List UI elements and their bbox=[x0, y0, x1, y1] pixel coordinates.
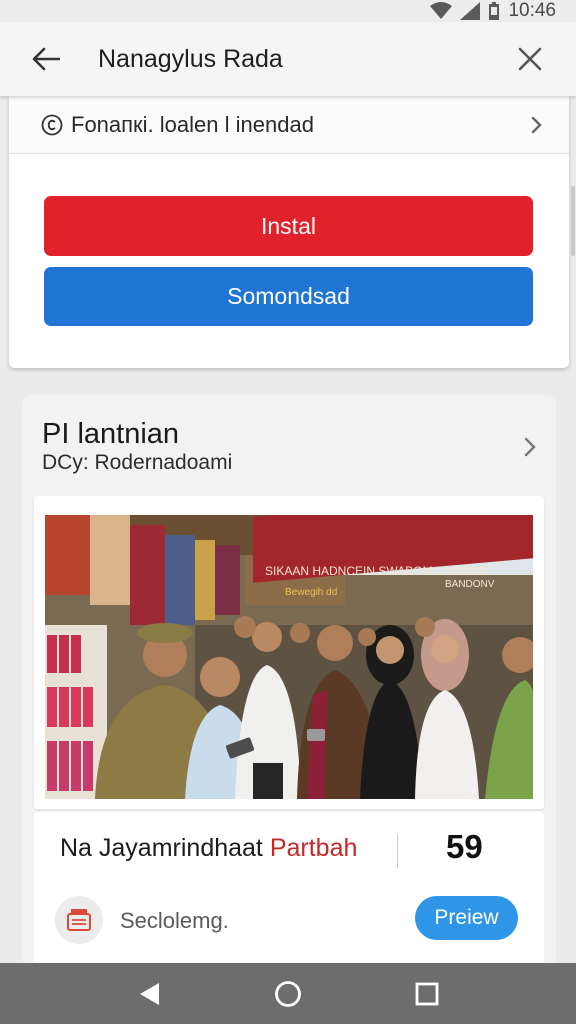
banner-text: SIKAAN HADNCEIN SWABOM LABDBDE bbox=[265, 564, 492, 578]
content-card: PI lantnian DCy: Rodernadoami SIKAAN HAD… bbox=[22, 395, 556, 967]
status-bar: 10:46 bbox=[0, 0, 576, 22]
market-photo[interactable]: SIKAAN HADNCEIN SWABOM LABDBDE Bewegih d… bbox=[45, 515, 533, 799]
status-time: 10:46 bbox=[508, 0, 556, 21]
install-button[interactable]: Instal bbox=[44, 196, 533, 256]
secondary-button[interactable]: Somondsad bbox=[44, 267, 533, 326]
card-header[interactable]: PI lantnian DCy: Rodernadoami bbox=[42, 417, 542, 487]
info-row-label: Fonaпкi. loalen l inendad bbox=[71, 111, 314, 137]
market-photo-illustration: SIKAAN HADNCEIN SWABOM LABDBDE Bewegih d… bbox=[45, 515, 533, 799]
scrollbar[interactable] bbox=[571, 186, 575, 256]
app-bar: Nanagylus Rada bbox=[0, 22, 576, 96]
system-nav-bar bbox=[0, 963, 576, 1024]
card-subtitle: DCy: Rodernadoami bbox=[42, 451, 233, 474]
listing-caption: Seclolemg. bbox=[120, 908, 229, 933]
photo-frame: SIKAAN HADNCEIN SWABOM LABDBDE Bewegih d… bbox=[34, 496, 544, 809]
listing-title-accent: Partbah bbox=[269, 834, 358, 862]
page-title: Nanagylus Rada bbox=[98, 44, 283, 73]
shop-icon bbox=[67, 909, 91, 931]
preview-button[interactable]: Preiew bbox=[415, 896, 518, 940]
back-arrow-icon bbox=[32, 47, 60, 71]
wifi-icon bbox=[430, 2, 453, 19]
back-button[interactable] bbox=[0, 22, 92, 96]
divider bbox=[397, 834, 398, 868]
banner-subtext-2: BANDONV bbox=[445, 579, 495, 590]
info-row[interactable]: Fonaпкi. loalen l inendad bbox=[9, 96, 569, 154]
battery-icon bbox=[489, 2, 500, 20]
card-title: PI lantnian bbox=[42, 418, 180, 450]
shop-icon-badge bbox=[55, 896, 103, 944]
nav-back-icon[interactable] bbox=[137, 981, 161, 1007]
banner-subtext: Bewegih dd bbox=[285, 587, 337, 598]
listing-count: 59 bbox=[446, 828, 483, 865]
close-button[interactable] bbox=[484, 22, 576, 96]
install-sheet: Fonaпкi. loalen l inendad Instal Somonds… bbox=[9, 96, 569, 368]
chevron-right-icon bbox=[531, 116, 542, 133]
info-icon bbox=[41, 114, 63, 135]
card-chevron-icon bbox=[524, 437, 536, 457]
signal-icon bbox=[460, 2, 481, 20]
close-icon bbox=[518, 47, 542, 71]
listing-footer: Na Jayamrindhaat Partbah 59 Seclolemg. P… bbox=[34, 812, 544, 964]
nav-home-icon[interactable] bbox=[274, 980, 302, 1008]
listing-title-text: Na Jayamrindhaat bbox=[60, 834, 270, 862]
listing-title: Na Jayamrindhaat Partbah bbox=[60, 834, 357, 863]
nav-recents-icon[interactable] bbox=[415, 982, 439, 1006]
